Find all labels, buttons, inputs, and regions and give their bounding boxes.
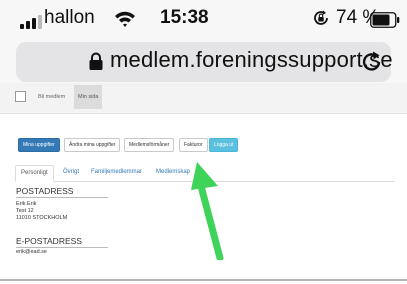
member-benefits-button[interactable]: Medlemsförmåner: [124, 138, 175, 152]
logout-button[interactable]: Logga ut: [209, 138, 239, 152]
nav-checkbox[interactable]: [15, 91, 26, 102]
postal-address-heading: POSTADRESS: [16, 186, 74, 196]
clock: 15:38: [160, 7, 209, 28]
lock-icon: [89, 52, 103, 70]
url-text[interactable]: medlem.foreningssupport.se: [110, 47, 393, 73]
tab-ovrigt[interactable]: Övrigt: [63, 165, 79, 180]
my-details-button[interactable]: Mina uppgifter: [18, 138, 60, 152]
postal-line-name: Erik Erik: [16, 201, 37, 207]
address-bar[interactable]: medlem.foreningssupport.se: [16, 42, 393, 82]
email-heading-divider: [16, 247, 108, 248]
nav-link-min-sida[interactable]: Min sida: [74, 85, 103, 109]
postal-heading-divider: [16, 197, 108, 198]
action-button-row: Mina uppgifter Ändra mina uppgifter Medl…: [0, 138, 407, 152]
postal-line-city: 11010 STOCKHOLM: [16, 215, 68, 221]
tab-medlemskap[interactable]: Medlemskap: [156, 165, 190, 180]
status-bar: hallon 15:38 74 %: [0, 0, 407, 40]
email-value: erik@ead.se: [16, 249, 47, 255]
rotation-lock-icon: [314, 10, 328, 25]
postal-line-street: Test 12: [16, 208, 34, 214]
tab-personligt[interactable]: Personligt: [15, 165, 54, 182]
site-nav: Bli medlem Min sida: [0, 83, 407, 114]
signal-bars-icon: [20, 15, 42, 29]
edit-details-button[interactable]: Ändra mina uppgifter: [64, 138, 121, 152]
invoices-button[interactable]: Fakturor: [179, 138, 208, 152]
battery-icon: [370, 12, 400, 28]
page-bottom-divider: [0, 279, 407, 281]
wifi-icon: [115, 11, 135, 27]
carrier-name: hallon: [44, 7, 95, 28]
tab-familjemedlemmar[interactable]: Familjemedlemmar: [91, 165, 142, 180]
reload-icon[interactable]: [360, 50, 384, 74]
arrow-up-icon: [191, 162, 224, 260]
nav-link-bli-medlem[interactable]: Bli medlem: [38, 94, 65, 100]
email-heading: E-POSTADRESS: [16, 236, 82, 246]
